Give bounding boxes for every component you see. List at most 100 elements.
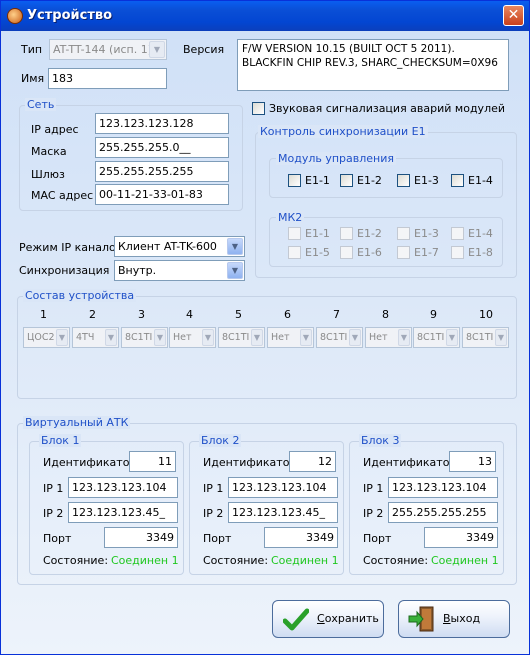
chevron-down-icon: ▼ — [446, 329, 458, 346]
mac-field[interactable]: 00-11-21-33-01-83 — [95, 184, 229, 205]
mk2-group — [269, 217, 503, 267]
chevron-down-icon: ▼ — [251, 329, 263, 346]
version-text: F/W VERSION 10.15 (BUILT OCT 5 2011). BL… — [237, 39, 509, 91]
slot-value: Нет — [369, 332, 388, 343]
chevron-down-icon: ▼ — [349, 329, 361, 346]
dialog-window: Устройство ✕ Тип AT-TT-144 (исп. 1) ▼ Ве… — [0, 0, 530, 655]
slot-value: Нет — [173, 332, 192, 343]
gateway-field[interactable]: 255.255.255.255 — [95, 161, 229, 182]
gateway-label: Шлюз — [31, 168, 65, 181]
slot-select: ЦОС2 ▼ — [23, 327, 70, 348]
sync-control-title: Контроль синхронизации E1 — [258, 125, 428, 138]
composition-title: Состав устройства — [23, 289, 137, 302]
module-e1-label: E1-1 — [305, 174, 330, 187]
slot-select: 8С1ТІ ▼ — [218, 327, 265, 348]
type-value: AT-TT-144 (исп. 1) — [53, 43, 152, 56]
block-state-label: Состояние: — [363, 554, 429, 567]
slot-select: 8С1ТІ ▼ — [121, 327, 168, 348]
slot-number: 9 — [430, 308, 437, 321]
mk2-e1-checkbox — [288, 246, 301, 259]
slot-number: 2 — [89, 308, 96, 321]
mk2-e1-label: E1-2 — [357, 227, 382, 240]
mk2-e1-label: E1-3 — [414, 227, 439, 240]
mk2-e1-checkbox — [340, 246, 353, 259]
close-button[interactable]: ✕ — [503, 5, 524, 26]
module-e1-label: E1-2 — [357, 174, 382, 187]
chevron-down-icon: ▼ — [149, 41, 165, 58]
ip-label: IP адрес — [31, 123, 79, 136]
module-e1-checkbox[interactable] — [288, 174, 301, 187]
block-ip2-field[interactable]: 123.123.123.45_ — [68, 502, 178, 523]
mk2-e1-checkbox — [340, 227, 353, 240]
mask-field[interactable]: 255.255.255.0__ — [95, 137, 229, 158]
ip-field[interactable]: 123.123.123.128 — [95, 113, 229, 134]
chevron-down-icon: ▼ — [495, 329, 507, 346]
slot-number: 1 — [40, 308, 47, 321]
block-ip1-field[interactable]: 123.123.123.104 — [228, 477, 338, 498]
chevron-down-icon[interactable]: ▼ — [227, 262, 243, 279]
module-e1-checkbox[interactable] — [397, 174, 410, 187]
mk2-e1-checkbox — [397, 246, 410, 259]
sync-value: Внутр. — [118, 264, 157, 277]
app-icon — [7, 8, 23, 24]
slot-number: 7 — [333, 308, 340, 321]
slot-value: 8С1ТІ — [466, 332, 494, 343]
slot-number: 5 — [235, 308, 242, 321]
title-bar[interactable]: Устройство ✕ — [1, 1, 529, 31]
chevron-down-icon[interactable]: ▼ — [227, 238, 243, 255]
type-select: AT-TT-144 (исп. 1) ▼ — [49, 39, 167, 60]
mk2-e1-label: E1-8 — [468, 246, 493, 259]
mk2-title: МК2 — [276, 211, 305, 224]
block-id-field[interactable]: 12 — [289, 451, 336, 472]
block-title: Блок 2 — [199, 434, 242, 447]
block-ip2-field[interactable]: 123.123.123.45_ — [228, 502, 338, 523]
alarm-checkbox[interactable] — [252, 102, 265, 115]
slot-select: 8С1ТІ ▼ — [462, 327, 509, 348]
block-port-field[interactable]: 3349 — [264, 527, 338, 548]
block-title: Блок 3 — [359, 434, 402, 447]
block-id-field[interactable]: 11 — [129, 451, 176, 472]
mk2-e1-label: E1-7 — [414, 246, 439, 259]
module-e1-checkbox[interactable] — [451, 174, 464, 187]
slot-select: Нет ▼ — [267, 327, 314, 348]
mk2-e1-checkbox — [451, 246, 464, 259]
slot-number: 6 — [284, 308, 291, 321]
slot-number: 4 — [186, 308, 193, 321]
block-ip2-field[interactable]: 255.255.255.255 — [388, 502, 498, 523]
sync-label: Синхронизация — [19, 264, 110, 277]
block-title: Блок 1 — [39, 434, 82, 447]
block-ip2-label: IP 2 — [363, 507, 384, 520]
sync-select[interactable]: Внутр. ▼ — [114, 260, 245, 281]
block-port-field[interactable]: 3349 — [104, 527, 178, 548]
slot-number: 3 — [138, 308, 145, 321]
block-ip2-label: IP 2 — [43, 507, 64, 520]
block-ip2-label: IP 2 — [203, 507, 224, 520]
chevron-down-icon: ▼ — [300, 329, 312, 346]
block-ip1-field[interactable]: 123.123.123.104 — [388, 477, 498, 498]
mk2-e1-checkbox — [451, 227, 464, 240]
exit-door-icon — [408, 606, 434, 632]
name-field[interactable]: 183 — [48, 68, 167, 89]
slot-value: 8С1ТІ — [320, 332, 348, 343]
checkmark-icon — [283, 608, 309, 631]
ip-mode-select[interactable]: Клиент AT-TK-600 ▼ — [114, 236, 245, 257]
mac-label: MAC адрес — [31, 189, 94, 202]
exit-button[interactable]: Выход — [398, 600, 510, 638]
slot-select: Нет ▼ — [169, 327, 216, 348]
module-e1-checkbox[interactable] — [340, 174, 353, 187]
slot-number: 8 — [382, 308, 389, 321]
network-group-title: Сеть — [25, 98, 57, 111]
exit-label: Выход — [443, 612, 481, 625]
block-ip1-field[interactable]: 123.123.123.104 — [68, 477, 178, 498]
block-state-label: Состояние: — [43, 554, 109, 567]
type-label: Тип — [21, 43, 43, 56]
mask-label: Маска — [31, 145, 67, 158]
block-id-field[interactable]: 13 — [449, 451, 496, 472]
chevron-down-icon: ▼ — [56, 329, 68, 346]
slot-select: 4ТЧ ▼ — [72, 327, 119, 348]
window-title: Устройство — [27, 8, 113, 23]
ip-mode-label: Режим IP каналов — [19, 241, 123, 254]
save-button[interactable]: Сохранить — [272, 600, 384, 638]
block-port-field[interactable]: 3349 — [424, 527, 498, 548]
module-e1-label: E1-4 — [468, 174, 493, 187]
